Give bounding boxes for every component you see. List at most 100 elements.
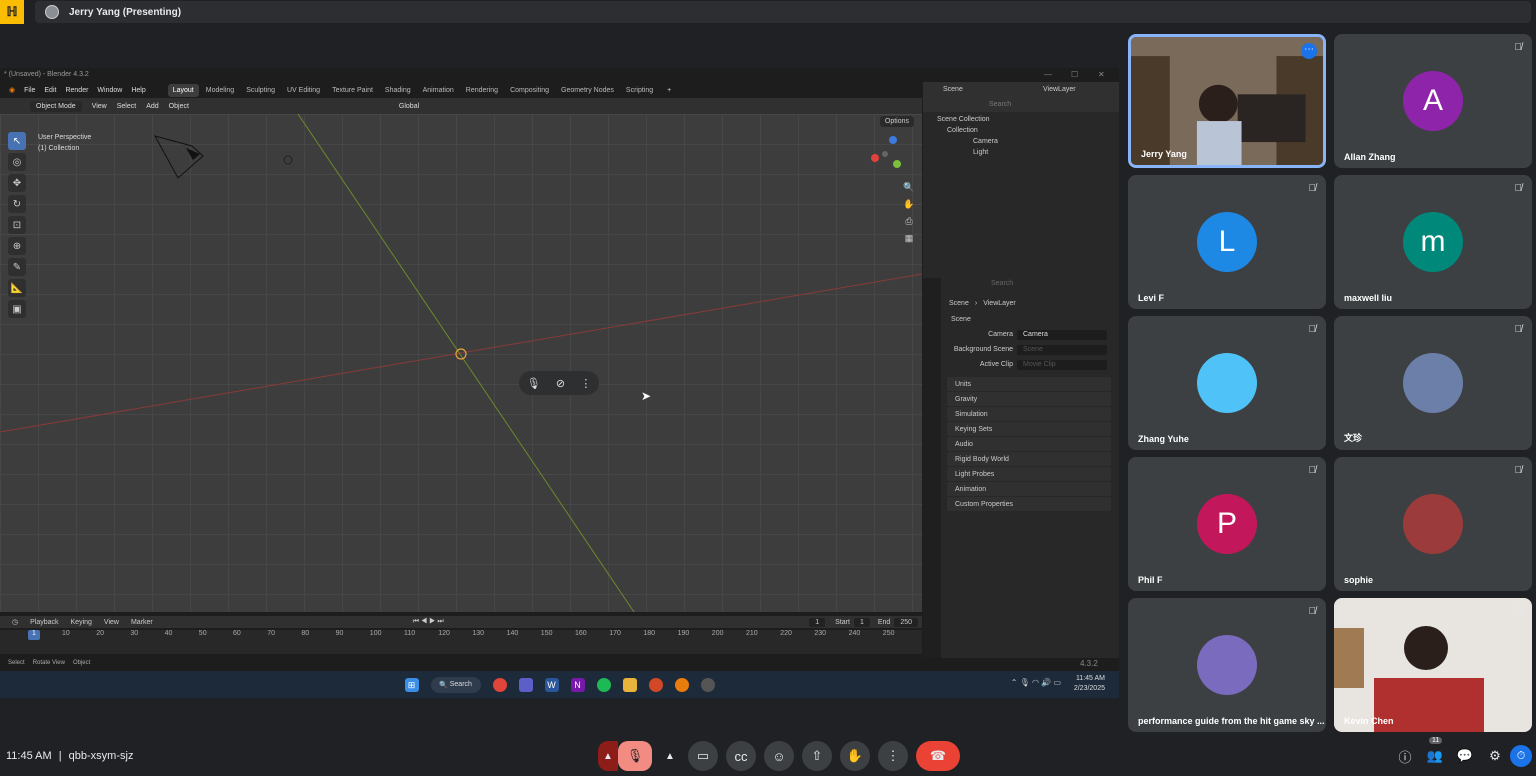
more-options-button[interactable]: ⋮ — [878, 741, 908, 771]
meeting-code[interactable]: qbb-xsym-sjz — [69, 750, 134, 762]
outliner-item-light[interactable]: Light — [923, 147, 1119, 158]
end-frame-field[interactable]: 250 — [894, 617, 918, 627]
start-frame-field[interactable]: 1 — [853, 617, 870, 627]
pan-hand-icon[interactable]: ✋ — [902, 199, 916, 213]
blender-logo-icon[interactable]: ◉ — [9, 86, 15, 94]
measure-tool-icon[interactable]: 📐 — [8, 279, 26, 297]
tab-modeling[interactable]: Modeling — [201, 84, 239, 97]
chat-icon[interactable]: 💬 — [1451, 741, 1479, 771]
camera-toggle-button[interactable]: ▭ — [688, 741, 718, 771]
cursor-tool-icon[interactable]: ◎ — [8, 153, 26, 171]
participant-tile[interactable]: 🎙̸ A Allan Zhang — [1334, 34, 1532, 168]
spotify-icon[interactable] — [596, 677, 611, 692]
section-simulation[interactable]: Simulation — [947, 407, 1111, 421]
tab-texture-paint[interactable]: Texture Paint — [327, 84, 378, 97]
minimize-icon[interactable]: — — [1044, 70, 1052, 79]
menu-file[interactable]: File — [24, 87, 35, 94]
participant-tile[interactable]: 🎙̸ sophie — [1334, 457, 1532, 591]
chrome-icon[interactable] — [492, 677, 507, 692]
powerpoint-icon[interactable] — [648, 677, 663, 692]
transform-tool-icon[interactable]: ⊕ — [8, 237, 26, 255]
camera-field[interactable]: Camera — [1017, 329, 1107, 340]
scale-tool-icon[interactable]: ⊡ — [8, 216, 26, 234]
section-light-probes[interactable]: Light Probes — [947, 467, 1111, 481]
section-rigid-body-world[interactable]: Rigid Body World — [947, 452, 1111, 466]
menu-edit[interactable]: Edit — [44, 87, 56, 94]
active-clip-field[interactable]: Movie Clip — [1017, 359, 1107, 370]
leave-call-button[interactable]: ☎ — [916, 741, 960, 771]
participant-tile[interactable]: 🎙̸ performance guide from the hit game s… — [1128, 598, 1326, 732]
audio-options-chevron-icon[interactable]: ▲ — [598, 741, 618, 771]
app-taskbar-icon[interactable] — [700, 677, 715, 692]
camera-off-icon[interactable]: ⊘ — [556, 377, 565, 390]
maximize-icon[interactable]: ☐ — [1071, 70, 1078, 79]
3d-viewport[interactable]: ↖ ◎ ✥ ↻ ⊡ ⊕ ✎ 📐 ▣ User Perspective (1) C… — [0, 114, 922, 612]
menu-render[interactable]: Render — [65, 87, 88, 94]
present-screen-button[interactable]: ⇧ — [802, 741, 832, 771]
select-tool-icon[interactable]: ↖ — [8, 132, 26, 150]
participant-tile[interactable]: 🎙̸ Kevin Chen — [1334, 598, 1532, 732]
menu-add[interactable]: Add — [146, 103, 158, 110]
participant-tile[interactable]: 🎙̸ m maxwell liu — [1334, 175, 1532, 309]
video-options-chevron-icon[interactable]: ▲ — [660, 741, 680, 771]
orientation-select[interactable]: Global — [399, 103, 419, 110]
menu-select[interactable]: Select — [117, 103, 136, 110]
taskbar-search[interactable]: 🔍 Search — [430, 676, 481, 693]
section-gravity[interactable]: Gravity — [947, 392, 1111, 406]
outliner-item-camera[interactable]: Camera — [923, 136, 1119, 147]
tab-shading[interactable]: Shading — [380, 84, 416, 97]
participant-tile[interactable]: 🎙̸ P Phil F — [1128, 457, 1326, 591]
current-frame-indicator[interactable]: 1 — [28, 630, 40, 640]
options-button[interactable]: Options — [879, 116, 914, 127]
tab-geometry-nodes[interactable]: Geometry Nodes — [556, 84, 619, 97]
add-cube-tool-icon[interactable]: ▣ — [8, 300, 26, 318]
participant-tile[interactable]: ⋯ Jerry Yang — [1128, 34, 1326, 168]
section-audio[interactable]: Audio — [947, 437, 1111, 451]
word-icon[interactable]: W — [544, 677, 559, 692]
menu-window[interactable]: Window — [97, 87, 122, 94]
emoji-reaction-button[interactable]: ☺ — [764, 741, 794, 771]
blender-taskbar-icon[interactable] — [674, 677, 689, 692]
properties-tabs[interactable] — [923, 278, 941, 658]
captions-button[interactable]: cc — [726, 741, 756, 771]
participant-tile[interactable]: 🎙̸ Zhang Yuhe — [1128, 316, 1326, 450]
outliner-scene-collection[interactable]: Scene Collection — [923, 114, 1119, 125]
tab-uv-editing[interactable]: UV Editing — [282, 84, 325, 97]
current-frame-field[interactable]: 1 — [809, 617, 826, 627]
onenote-icon[interactable]: N — [570, 677, 585, 692]
outliner-search[interactable]: Search — [989, 101, 1113, 108]
tab-rendering[interactable]: Rendering — [461, 84, 503, 97]
rotate-tool-icon[interactable]: ↻ — [8, 195, 26, 213]
menu-keying[interactable]: Keying — [71, 619, 92, 626]
menu-help[interactable]: Help — [131, 87, 145, 94]
menu-timeline-view[interactable]: View — [104, 619, 119, 626]
windows-start-icon[interactable]: ⊞ — [404, 677, 419, 692]
more-options-icon[interactable]: ⋯ — [1301, 43, 1317, 59]
host-controls-icon[interactable]: ⏱ — [1510, 745, 1532, 767]
tab-animation[interactable]: Animation — [418, 84, 459, 97]
file-explorer-icon[interactable] — [622, 677, 637, 692]
scene-select[interactable]: Scene — [943, 86, 963, 93]
system-tray-icons[interactable]: ⌃ 🎙 ◠ 🔊 ▭ — [1011, 678, 1061, 687]
menu-playback[interactable]: Playback — [30, 619, 58, 626]
section-keying-sets[interactable]: Keying Sets — [947, 422, 1111, 436]
add-workspace-icon[interactable]: + — [667, 87, 671, 94]
mic-toggle-button[interactable]: 🎙 — [618, 741, 652, 771]
section-custom-properties[interactable]: Custom Properties — [947, 497, 1111, 511]
more-options-icon[interactable]: ⋮ — [580, 377, 591, 390]
object-mode-select[interactable]: Object Mode — [30, 100, 82, 112]
menu-object[interactable]: Object — [169, 103, 189, 110]
menu-view[interactable]: View — [92, 103, 107, 110]
meeting-details-icon[interactable]: ⓘ — [1391, 741, 1419, 771]
tab-scripting[interactable]: Scripting — [621, 84, 658, 97]
people-icon[interactable]: 👥 11 — [1421, 737, 1449, 771]
participant-tile[interactable]: 🎙̸ L Levi F — [1128, 175, 1326, 309]
presenter-chip[interactable]: Jerry Yang (Presenting) — [35, 1, 1531, 23]
close-icon[interactable]: ✕ — [1098, 70, 1105, 79]
tab-layout[interactable]: Layout — [167, 83, 199, 97]
teams-icon[interactable] — [518, 677, 533, 692]
raise-hand-button[interactable]: ✋ — [840, 741, 870, 771]
bg-scene-field[interactable]: Scene — [1017, 344, 1107, 355]
section-animation[interactable]: Animation — [947, 482, 1111, 496]
annotate-tool-icon[interactable]: ✎ — [8, 258, 26, 276]
